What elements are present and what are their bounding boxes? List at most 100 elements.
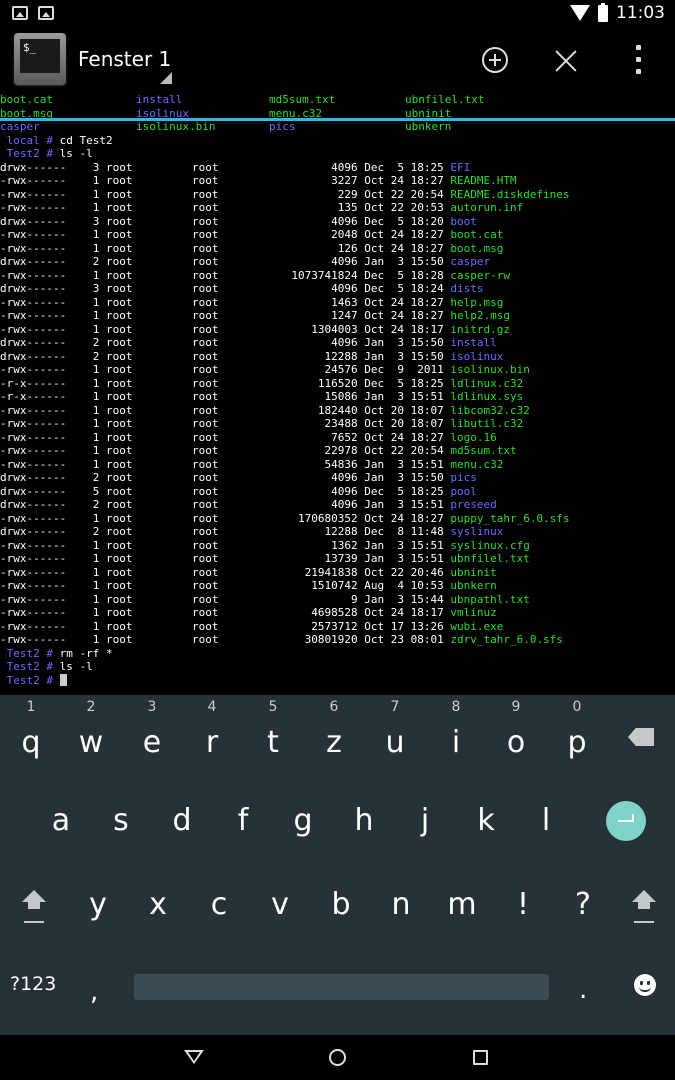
navigation-bar bbox=[0, 1035, 675, 1080]
listing-meta: drwx------ 2 root root 12288 Dec 8 11:48 bbox=[0, 525, 451, 538]
ls-entry: casper bbox=[0, 120, 40, 133]
listing-name: ldlinux.sys bbox=[450, 390, 524, 403]
key-i[interactable]: 8i bbox=[426, 699, 486, 760]
listing-row: -rwx------ 1 root root 9 Jan 3 15:44 ubn… bbox=[0, 593, 675, 607]
key-t[interactable]: 5t bbox=[243, 699, 303, 760]
recents-icon[interactable] bbox=[473, 1050, 488, 1065]
key-k[interactable]: k bbox=[456, 803, 516, 838]
command-text: rm -rf * bbox=[59, 646, 113, 660]
listing-meta: -rwx------ 1 root root 4698528 Oct 24 18… bbox=[0, 606, 451, 619]
listing-meta: -rwx------ 1 root root 1463 Oct 24 18:27 bbox=[0, 295, 451, 309]
terminal-output[interactable]: boot.cat install md5sum.txt ubnfilel.txt boo… bbox=[0, 93, 675, 693]
key-number-hint: 0 bbox=[572, 699, 582, 715]
key-label: u bbox=[385, 725, 405, 760]
ls-entry: boot.msg bbox=[0, 106, 53, 120]
key-z[interactable]: 6z bbox=[304, 699, 364, 760]
listing-meta: -rwx------ 1 root root 182440 Oct 20 18:… bbox=[0, 403, 451, 417]
key-c[interactable]: c bbox=[189, 887, 249, 922]
key-u[interactable]: 7u bbox=[365, 699, 425, 760]
listing-meta: drwx------ 3 root root 4096 Dec 5 18:20 bbox=[0, 214, 451, 228]
key-p[interactable]: 0p bbox=[547, 699, 607, 760]
listing-row: -rwx------ 1 root root 1304003 Oct 24 18… bbox=[0, 323, 675, 337]
listing-row: drwx------ 2 root root 12288 Jan 3 15:50… bbox=[0, 350, 675, 364]
listing-meta: -rwx------ 1 root root 1510742 Aug 4 10:… bbox=[0, 579, 451, 592]
key-f[interactable]: f bbox=[213, 803, 273, 838]
key-x[interactable]: x bbox=[128, 887, 188, 922]
listing-name: isolinux.bin bbox=[450, 363, 530, 376]
listing-row: -rwx------ 1 root root 21941838 Oct 22 2… bbox=[0, 566, 675, 580]
key-h[interactable]: h bbox=[334, 803, 394, 838]
listing-row: drwx------ 2 root root 4096 Jan 3 15:51 … bbox=[0, 498, 675, 512]
notification-icons bbox=[12, 6, 54, 20]
clock: 11:03 bbox=[616, 3, 665, 23]
key-a[interactable]: a bbox=[31, 803, 91, 838]
listing-row: drwx------ 3 root root 4096 Dec 5 18:25 … bbox=[0, 161, 675, 175]
key-r[interactable]: 4r bbox=[182, 699, 242, 760]
key-label: p bbox=[567, 725, 587, 760]
key-q[interactable]: 1q bbox=[1, 699, 61, 760]
listing-row: -rwx------ 1 root root 170680352 Oct 24 … bbox=[0, 512, 675, 526]
backspace-key[interactable] bbox=[628, 728, 654, 746]
key-e[interactable]: 3e bbox=[122, 699, 182, 760]
comma-key[interactable]: , bbox=[90, 977, 98, 1007]
listing-meta: -rwx------ 1 root root 22978 Oct 22 20:5… bbox=[0, 444, 451, 457]
shift-key-left[interactable] bbox=[19, 890, 49, 924]
listing-row: -rwx------ 1 root root 1247 Oct 24 18:27… bbox=[0, 309, 675, 323]
new-window-button[interactable] bbox=[482, 47, 508, 73]
listing-meta: drwx------ 3 root root 4096 Dec 5 18:24 bbox=[0, 282, 451, 295]
listing-meta: -rwx------ 1 root root 1304003 Oct 24 18… bbox=[0, 322, 451, 336]
key-b[interactable]: b bbox=[311, 887, 371, 922]
symbols-key[interactable]: ?123 bbox=[10, 973, 56, 995]
key-y[interactable]: y bbox=[68, 887, 128, 922]
listing-name: ubnkern bbox=[450, 579, 497, 592]
key-n[interactable]: n bbox=[371, 887, 431, 922]
listing-row: drwx------ 2 root root 4096 Jan 3 15:50 … bbox=[0, 471, 675, 485]
listing-row: -rwx------ 1 root root 13739 Jan 3 15:51… bbox=[0, 552, 675, 566]
listing-meta: drwx------ 2 root root 4096 Jan 3 15:50 bbox=[0, 336, 451, 349]
period-key[interactable]: . bbox=[579, 975, 587, 1005]
window-selector[interactable]: Fenster 1 bbox=[78, 47, 171, 71]
listing-row: drwx------ 3 root root 4096 Dec 5 18:24 … bbox=[0, 282, 675, 296]
key-d[interactable]: d bbox=[152, 803, 212, 838]
key-v[interactable]: v bbox=[250, 887, 310, 922]
space-bar[interactable] bbox=[134, 974, 549, 1000]
home-icon[interactable] bbox=[329, 1049, 346, 1066]
listing-name: libcom32.c32 bbox=[450, 403, 530, 417]
key-number-hint: 1 bbox=[26, 699, 36, 715]
emoji-key[interactable] bbox=[634, 974, 656, 996]
key-m[interactable]: m bbox=[432, 887, 492, 922]
ls-entry: isolinux bbox=[136, 106, 189, 120]
prompt-text: Test2 # bbox=[0, 660, 60, 673]
listing-meta: -rwx------ 1 root root 126 Oct 24 18:27 bbox=[0, 241, 451, 255]
key-w[interactable]: 2w bbox=[61, 699, 121, 760]
listing-name: pool bbox=[450, 484, 477, 498]
overflow-menu-icon[interactable] bbox=[630, 45, 646, 75]
listing-meta: -rwx------ 1 root root 54836 Jan 3 15:51 bbox=[0, 457, 451, 471]
key-o[interactable]: 9o bbox=[486, 699, 546, 760]
key-s[interactable]: s bbox=[91, 803, 151, 838]
listing-name: dists bbox=[450, 282, 484, 295]
back-icon[interactable] bbox=[184, 1050, 204, 1064]
key-l[interactable]: l bbox=[516, 803, 576, 838]
listing-meta: -rwx------ 1 root root 229 Oct 22 20:54 bbox=[0, 187, 451, 201]
key-j[interactable]: j bbox=[395, 803, 455, 838]
shift-key-right[interactable] bbox=[629, 890, 659, 924]
key-exclamation[interactable]: ! bbox=[493, 887, 553, 922]
terminal-app-icon[interactable]: $_ bbox=[14, 33, 66, 85]
enter-key[interactable] bbox=[606, 801, 646, 841]
dropdown-indicator-icon[interactable] bbox=[160, 72, 172, 84]
key-question[interactable]: ? bbox=[553, 887, 613, 922]
ls-entry: pics bbox=[269, 120, 296, 133]
listing-name: install bbox=[450, 336, 497, 349]
close-window-button[interactable] bbox=[554, 49, 578, 73]
listing-name: logo.16 bbox=[450, 430, 497, 444]
listing-name: syslinux.cfg bbox=[450, 538, 530, 552]
listing-name: pics bbox=[450, 471, 477, 484]
key-number-hint: 6 bbox=[329, 699, 339, 715]
listing-name: zdrv_tahr_6.0.sfs bbox=[450, 633, 563, 646]
listing-row: -rwx------ 1 root root 1362 Jan 3 15:51 … bbox=[0, 539, 675, 553]
listing-row: drwx------ 3 root root 4096 Dec 5 18:20 … bbox=[0, 215, 675, 229]
key-label: e bbox=[142, 725, 162, 760]
listing-meta: -rwx------ 1 root root 3227 Oct 24 18:27 bbox=[0, 174, 451, 187]
key-g[interactable]: g bbox=[273, 803, 333, 838]
